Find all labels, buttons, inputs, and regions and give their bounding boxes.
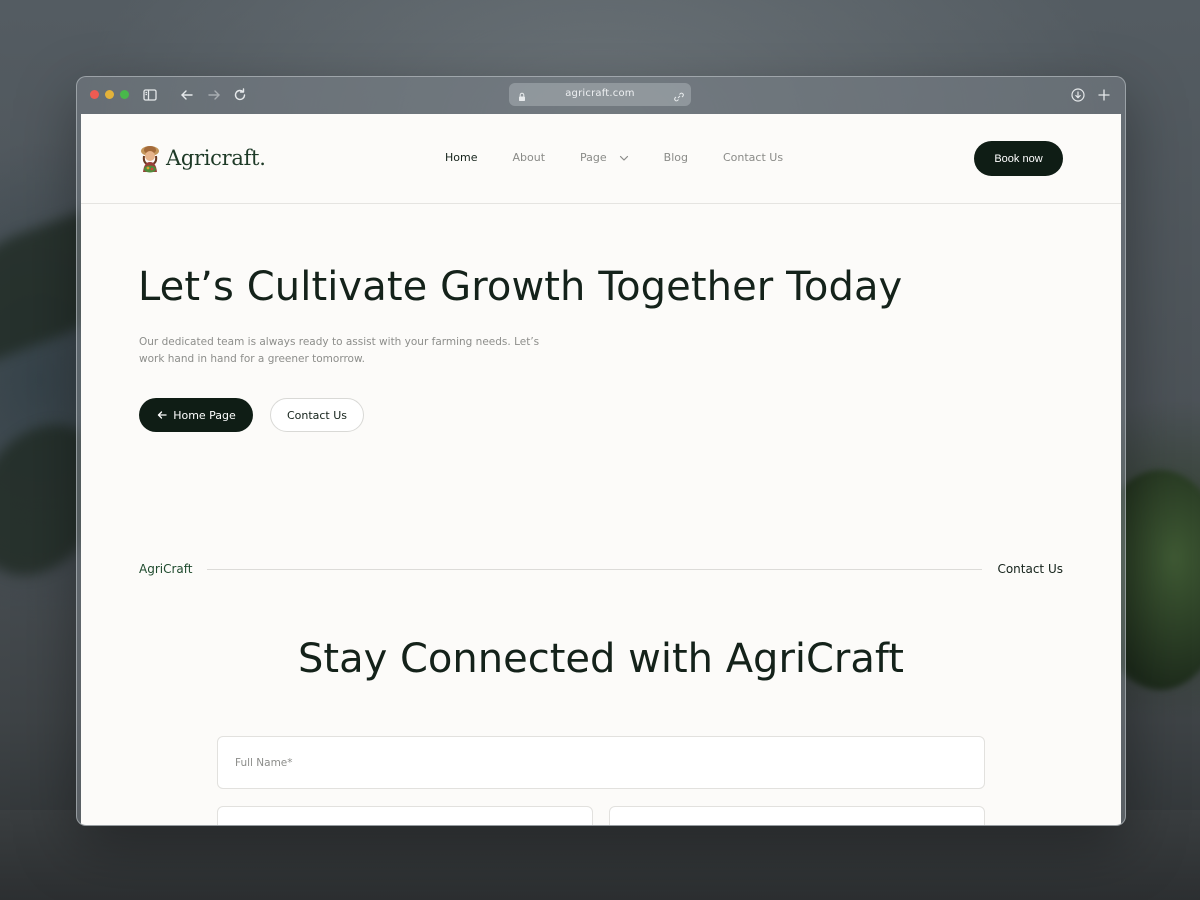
main-navigation: Home About Page Blog Contact Us <box>445 151 818 164</box>
back-arrow-icon[interactable] <box>178 86 196 104</box>
form-field-left[interactable] <box>217 806 593 825</box>
maximize-window-button[interactable] <box>120 90 129 99</box>
web-page: Agricraft. Home About Page Blog Contact … <box>81 114 1121 825</box>
nav-item-page-label: Page <box>580 151 607 164</box>
site-header: Agricraft. Home About Page Blog Contact … <box>81 114 1121 204</box>
link-icon[interactable] <box>673 88 685 102</box>
forward-arrow-icon[interactable] <box>205 86 223 104</box>
nav-item-contact[interactable]: Contact Us <box>723 151 783 164</box>
nav-item-page[interactable]: Page <box>580 151 629 164</box>
logo-text: Agricraft. <box>166 146 266 170</box>
new-tab-plus-icon[interactable] <box>1095 86 1113 104</box>
sidebar-toggle-icon[interactable] <box>141 86 159 104</box>
download-icon[interactable] <box>1069 86 1087 104</box>
section-divider-right-label: Contact Us <box>997 562 1063 576</box>
form-field-right[interactable] <box>609 806 985 825</box>
nav-item-blog[interactable]: Blog <box>664 151 688 164</box>
farmer-logo-icon <box>139 143 161 173</box>
reload-icon[interactable] <box>231 86 249 104</box>
hero-title: Let’s Cultivate Growth Together Today <box>138 264 903 310</box>
site-logo[interactable]: Agricraft. <box>139 143 266 173</box>
section-divider-line <box>207 569 982 570</box>
nav-item-about[interactable]: About <box>512 151 545 164</box>
minimize-window-button[interactable] <box>105 90 114 99</box>
section-divider-left-label: AgriCraft <box>139 562 193 576</box>
full-name-field[interactable] <box>217 736 985 789</box>
address-url: agricraft.com <box>565 88 635 99</box>
address-bar[interactable]: agricraft.com <box>509 83 691 106</box>
contact-section-title: Stay Connected with AgriCraft <box>298 636 904 682</box>
browser-window: agricraft.com Agricraft. Home About Page… <box>76 76 1126 826</box>
chevron-down-icon <box>619 153 629 163</box>
home-page-button-label: Home Page <box>173 408 236 422</box>
nav-item-home[interactable]: Home <box>445 151 477 164</box>
book-now-button[interactable]: Book now <box>974 141 1063 176</box>
browser-toolbar: agricraft.com <box>77 77 1125 113</box>
full-name-input[interactable] <box>218 737 984 788</box>
arrow-left-icon <box>156 409 168 421</box>
home-page-button[interactable]: Home Page <box>139 398 253 432</box>
close-window-button[interactable] <box>90 90 99 99</box>
hero-subtitle: Our dedicated team is always ready to as… <box>139 336 540 365</box>
contact-us-button[interactable]: Contact Us <box>270 398 364 432</box>
